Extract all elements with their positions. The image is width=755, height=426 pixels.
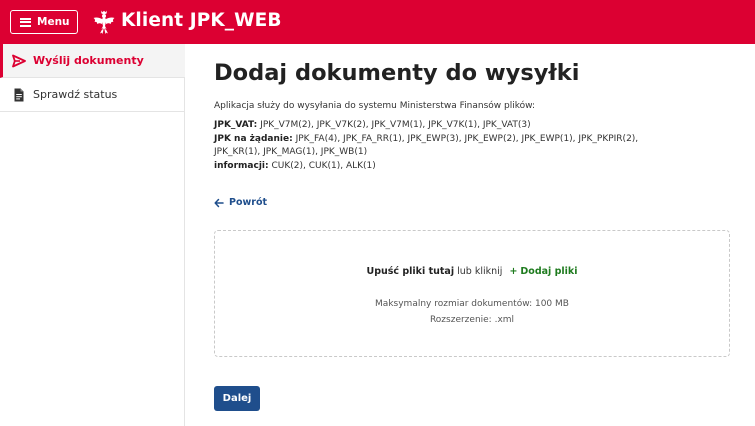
menu-button[interactable]: Menu xyxy=(10,10,78,34)
or-click-text: lub kliknij xyxy=(457,266,503,277)
drop-instructions: Upuść pliki tutaj lub kliknij + Dodaj pli… xyxy=(215,266,729,277)
page-title: Dodaj dokumenty do wysyłki xyxy=(214,60,580,86)
intro-text: Aplikacja służy do wysyłania do systemu … xyxy=(214,101,535,111)
drop-here-text: Upuść pliki tutaj xyxy=(366,266,455,277)
document-group-vat: JPK_VAT: JPK_V7M(2), JPK_V7K(2), JPK_V7M… xyxy=(214,119,684,133)
arrow-left-icon xyxy=(214,198,224,207)
group-items: JPK_V7M(2), JPK_V7K(2), JPK_V7M(1), JPK_… xyxy=(260,120,531,130)
group-label: JPK_VAT: xyxy=(214,120,258,130)
sidebar: Wyślij dokumenty Sprawdź status xyxy=(0,44,185,426)
group-label: informacji: xyxy=(214,160,269,171)
max-size-text: Maksymalny rozmiar dokumentów: 100 MB xyxy=(375,299,569,309)
polish-eagle-icon xyxy=(93,10,115,34)
document-types-list: JPK_VAT: JPK_V7M(2), JPK_V7K(2), JPK_V7M… xyxy=(214,119,684,173)
extension-text: Rozszerzenie: .xml xyxy=(429,315,515,325)
top-bar: Menu Klient JPK_WEB xyxy=(0,0,755,44)
next-button[interactable]: Dalej xyxy=(214,386,260,411)
sidebar-item-label: Sprawdź status xyxy=(33,88,118,101)
plus-icon: + xyxy=(509,266,518,277)
group-items: CUK(2), CUK(1), ALK(1) xyxy=(271,160,376,171)
menu-label: Menu xyxy=(37,16,70,28)
document-group-on-demand: JPK na żądanie: JPK_FA(4), JPK_FA_RR(1),… xyxy=(214,133,684,160)
sidebar-item-check-status[interactable]: Sprawdź status xyxy=(0,78,185,112)
sidebar-item-send-documents[interactable]: Wyślij dokumenty xyxy=(0,44,185,78)
hamburger-icon xyxy=(20,17,31,27)
back-link[interactable]: Powrót xyxy=(214,197,267,208)
file-dropzone[interactable]: Upuść pliki tutaj lub kliknij + Dodaj pli… xyxy=(214,230,730,357)
document-icon xyxy=(14,88,24,101)
document-group-info: informacji: CUK(2), CUK(1), ALK(1) xyxy=(214,160,684,174)
back-label: Powrót xyxy=(229,197,268,208)
app-title: Klient JPK_WEB xyxy=(121,10,282,31)
group-label: JPK na żądanie: xyxy=(214,133,293,144)
add-files-button[interactable]: Dodaj pliki xyxy=(520,266,577,277)
sidebar-item-label: Wyślij dokumenty xyxy=(33,54,144,67)
send-icon xyxy=(12,54,26,67)
